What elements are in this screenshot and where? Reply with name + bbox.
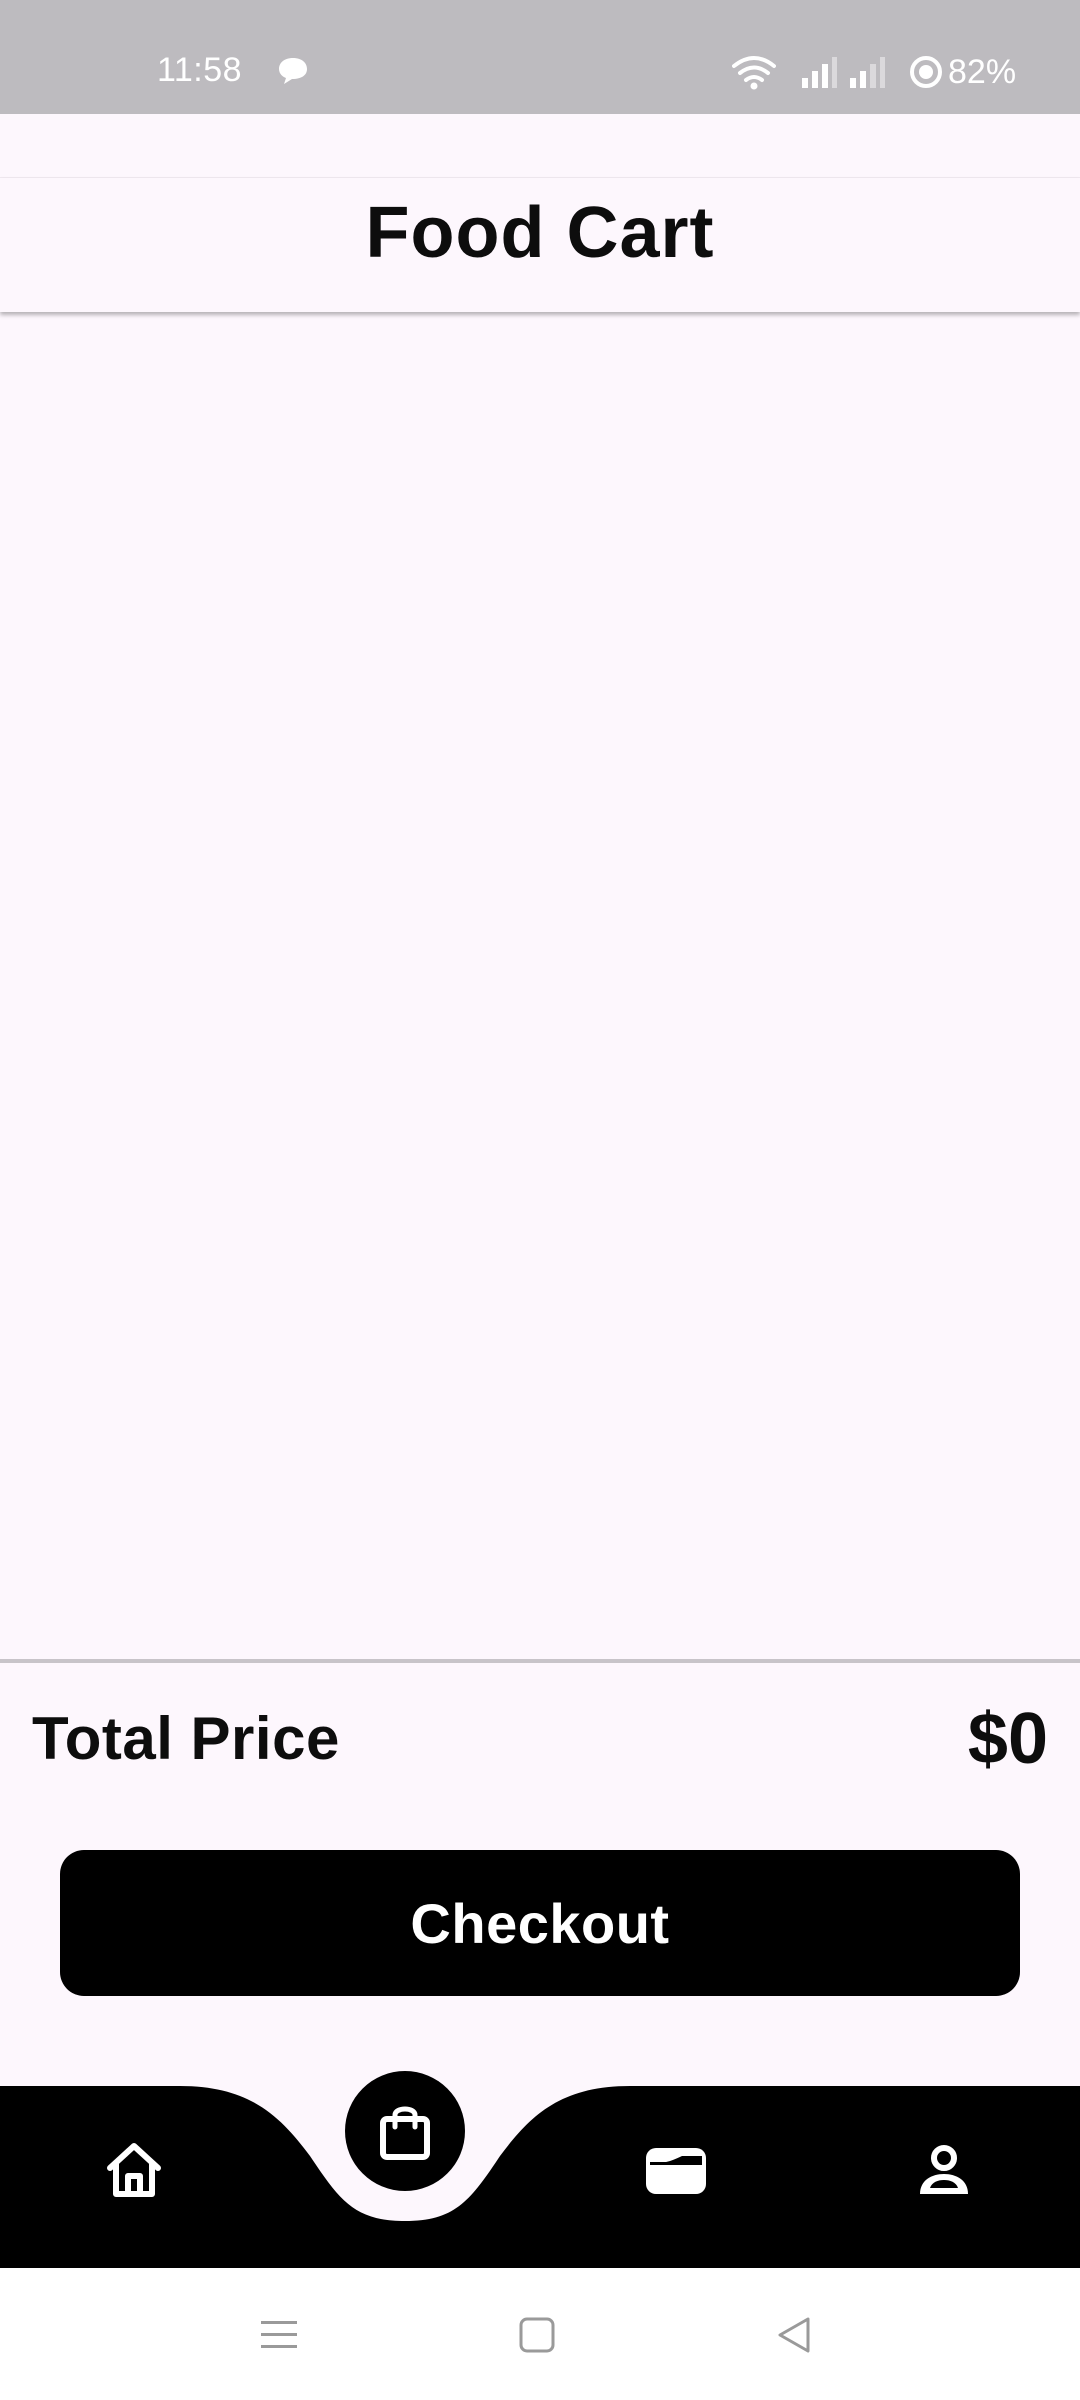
signal-icon [850, 57, 885, 88]
home-system-button[interactable] [507, 2308, 567, 2362]
page-title: Food Cart [365, 193, 715, 273]
app-bar: Food Cart [0, 178, 1080, 312]
status-bar: 11:58 82% [0, 0, 1080, 114]
home-icon [107, 2143, 161, 2197]
total-price-label: Total Price [32, 1705, 340, 1772]
total-price-value: $0 [967, 1699, 1048, 1779]
checkout-button[interactable]: Checkout [60, 1850, 1020, 1996]
profile-icon [920, 2145, 968, 2194]
summary-divider [0, 1659, 1080, 1663]
nav-profile[interactable] [904, 2130, 984, 2210]
signal-icon [802, 57, 837, 88]
nav-cart[interactable] [345, 2071, 465, 2191]
shopping-bag-icon [380, 2106, 430, 2160]
system-navigation-bar [0, 2268, 1080, 2400]
wifi-icon [732, 56, 776, 90]
app-bar-spacer [0, 114, 1080, 178]
battery-level: 82% [948, 53, 1017, 91]
nav-home[interactable] [94, 2130, 174, 2210]
home-square-icon [519, 2317, 555, 2353]
recents-button[interactable] [249, 2308, 309, 2362]
back-icon [778, 2317, 810, 2353]
wallet-icon [646, 2148, 706, 2194]
status-time: 11:58 [157, 51, 243, 89]
recents-icon [261, 2321, 297, 2348]
back-button[interactable] [764, 2308, 824, 2362]
cart-list[interactable] [0, 312, 1080, 1660]
data-saver-icon [910, 56, 942, 88]
nav-wallet[interactable] [636, 2130, 716, 2210]
message-icon [279, 58, 307, 84]
bottom-navigation [0, 2071, 1080, 2268]
